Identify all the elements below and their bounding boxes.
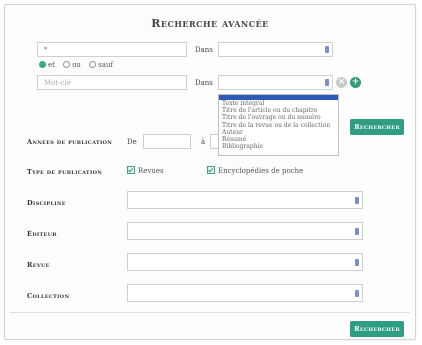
editeur-label: Éditeur	[27, 230, 57, 238]
collection-label: Collection	[27, 292, 70, 300]
years-from-label: De	[127, 138, 137, 146]
dropdown-option[interactable]: Titre de la revue ou de la collection	[219, 122, 338, 129]
dropdown-option[interactable]: Auteur	[219, 129, 338, 136]
discipline-select[interactable]	[127, 191, 363, 209]
checkbox-revues[interactable]: Revues	[127, 166, 164, 175]
revue-select[interactable]	[127, 253, 363, 271]
add-row-icon[interactable]: +	[350, 77, 361, 88]
operator-ou[interactable]: ou	[63, 61, 81, 69]
query-input-1[interactable]: *	[37, 42, 187, 57]
dropdown-option[interactable]: Résumé	[219, 136, 338, 143]
pub-type-label: Type de publication	[27, 168, 103, 176]
chevron-down-icon	[355, 259, 359, 266]
remove-row-icon[interactable]: ×	[336, 77, 347, 88]
dans-label-2: Dans	[195, 79, 213, 87]
operator-radio-group: et ou sauf	[39, 61, 119, 69]
field-select-2[interactable]	[218, 75, 333, 90]
radio-selected-icon	[39, 61, 46, 68]
field-select-1[interactable]	[218, 42, 333, 57]
radio-icon	[63, 61, 71, 68]
dropdown-option[interactable]: Titre de l'ouvrage ou du numéro	[219, 114, 338, 121]
chevron-down-icon	[325, 46, 329, 53]
search-button-top[interactable]: Rechercher	[350, 119, 404, 135]
checkbox-checked-icon	[127, 166, 135, 174]
advanced-search-panel: Recherche avancée * Dans et ou sauf Mot-…	[4, 4, 416, 340]
query-input-2[interactable]: Mot-clé	[37, 75, 187, 90]
chevron-down-icon	[325, 79, 329, 86]
search-button-bottom[interactable]: Rechercher	[350, 321, 404, 337]
chevron-down-icon	[355, 290, 359, 297]
checkbox-encyclopedies[interactable]: Encyclopédies de poche	[207, 166, 303, 175]
discipline-label: Discipline	[27, 199, 66, 207]
operator-sauf[interactable]: sauf	[89, 61, 113, 69]
dropdown-option[interactable]: Bibliographie	[219, 143, 338, 150]
form-title: Recherche avancée	[151, 17, 269, 30]
chevron-down-icon	[355, 197, 359, 204]
dans-label-1: Dans	[195, 46, 213, 54]
collection-select[interactable]	[127, 284, 363, 302]
years-label: Années de publication	[27, 138, 113, 146]
operator-et[interactable]: et	[39, 61, 55, 69]
revue-label: Revue	[27, 261, 50, 269]
chevron-down-icon	[355, 228, 359, 235]
checkbox-checked-icon	[207, 166, 215, 174]
editeur-select[interactable]	[127, 222, 363, 240]
dropdown-option[interactable]: Texte intégral	[219, 100, 338, 107]
radio-icon	[89, 61, 97, 68]
dropdown-option[interactable]: Titre de l'article ou du chapitre	[219, 107, 338, 114]
field-dropdown-list: Texte intégral Titre de l'article ou du …	[218, 94, 339, 156]
year-from-input[interactable]	[143, 134, 191, 149]
years-to-label: à	[201, 138, 206, 146]
divider	[10, 312, 410, 313]
